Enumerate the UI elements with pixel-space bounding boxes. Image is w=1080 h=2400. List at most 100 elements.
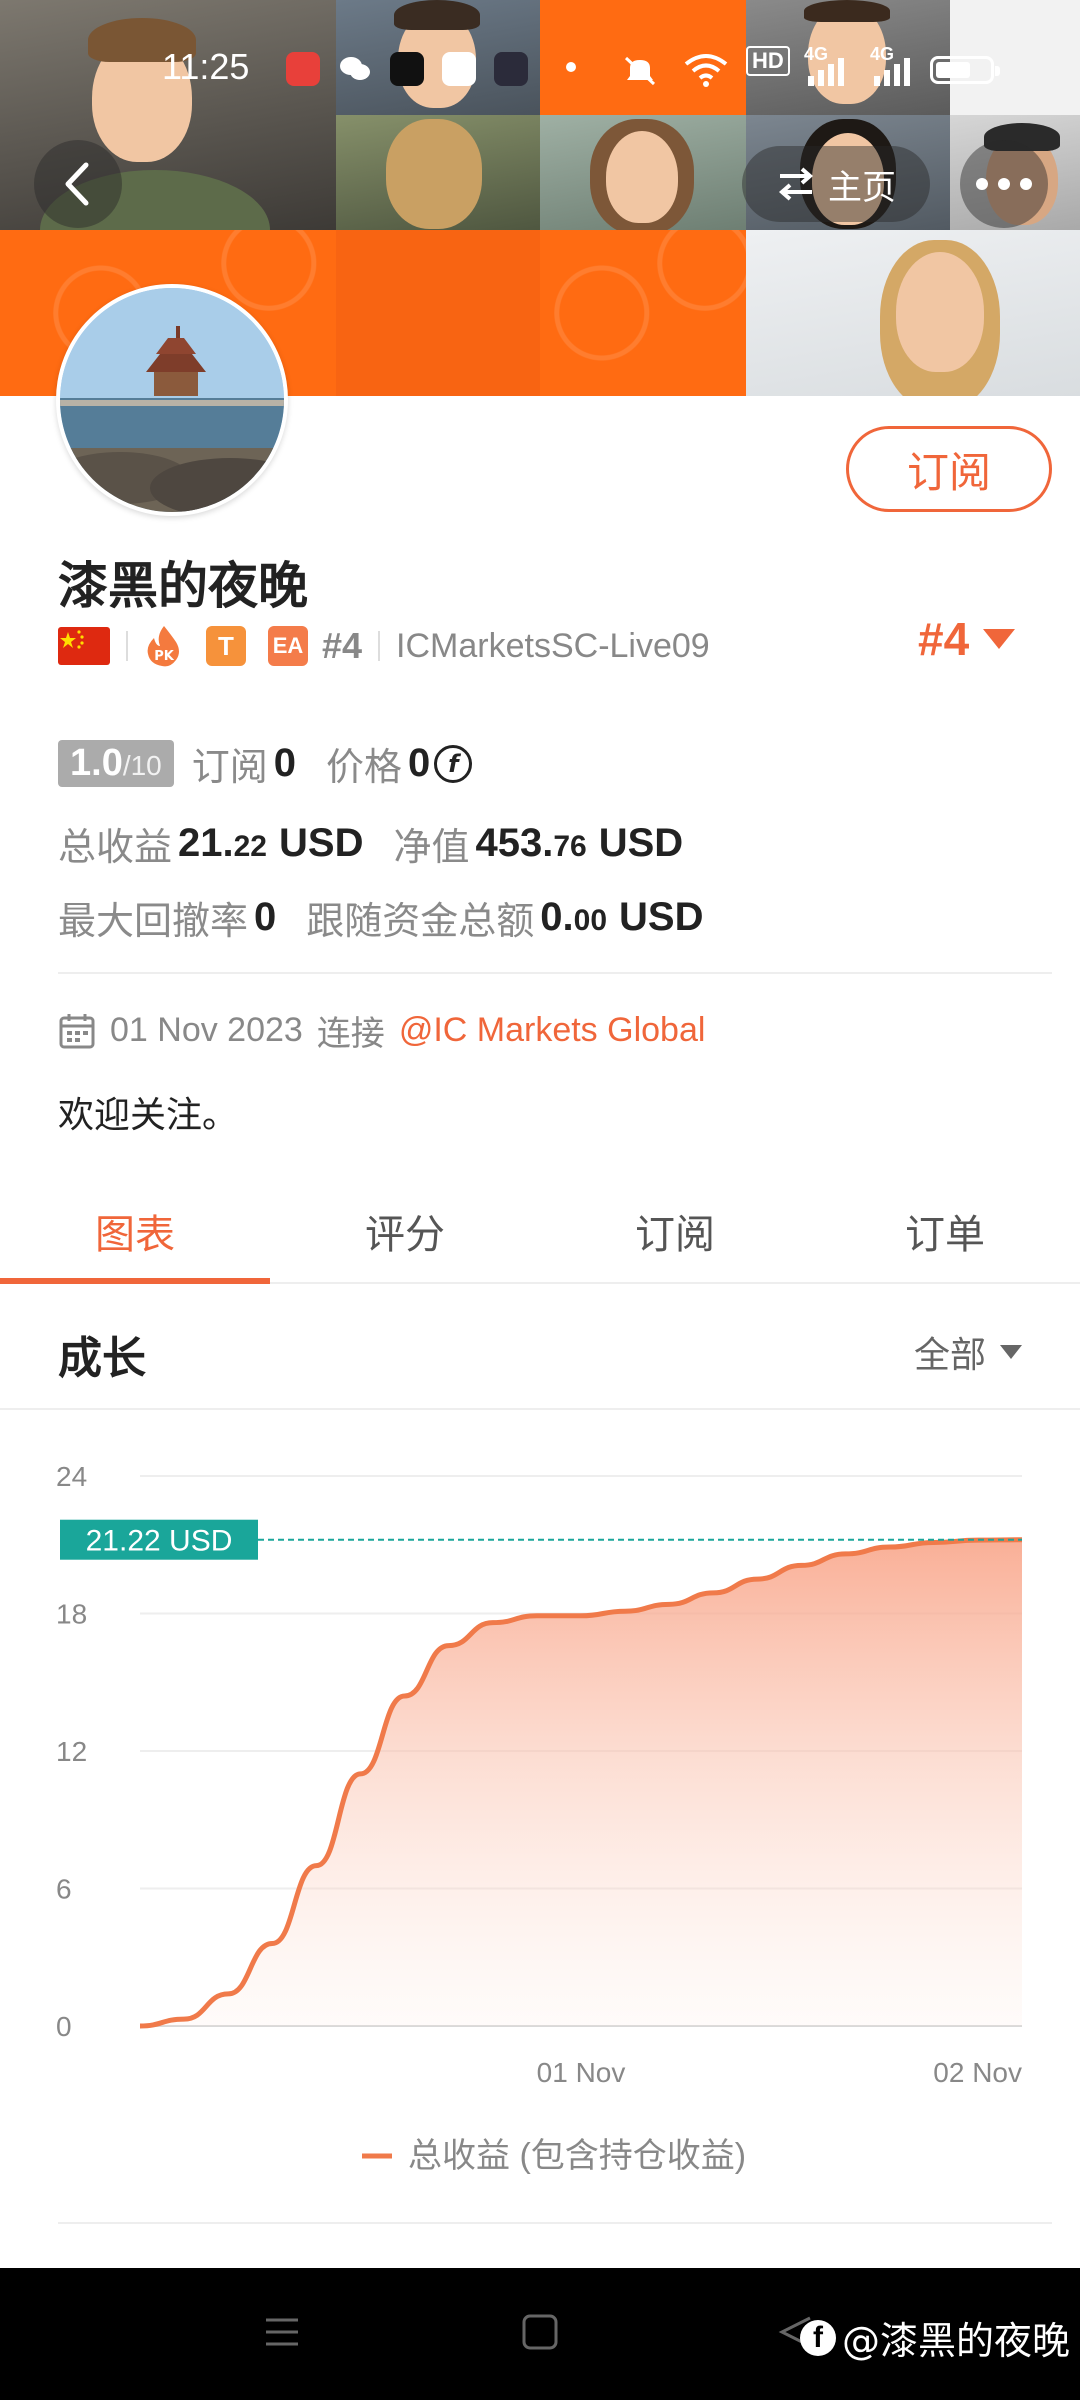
connect-label: 连接: [316, 1015, 385, 1053]
battery-nub: [995, 66, 1000, 76]
svg-text:PK: PK: [154, 649, 175, 664]
y-tick-label: 24: [56, 1461, 87, 1492]
tab-chart[interactable]: 图表: [0, 1180, 270, 1284]
ea-badge[interactable]: EA: [268, 626, 308, 666]
home-square-icon[interactable]: [520, 2312, 560, 2352]
broker-link[interactable]: @IC Markets Global: [399, 1011, 706, 1050]
dot-indicator-icon: [566, 62, 576, 72]
stats-row-3: 最大回撤率 0 跟随资金总额 0.00 USD: [58, 890, 703, 945]
music-app-icon: [286, 52, 320, 86]
badge-row: PK T EA #4 ICMarketsSC-Live09: [58, 622, 710, 670]
hd-indicator: HD: [746, 46, 790, 76]
mail-icon: [494, 52, 528, 86]
y-tick-label: 0: [56, 2011, 72, 2042]
chevron-left-icon: [65, 162, 89, 206]
more-dots-icon: [976, 178, 1032, 190]
legend-label: 总收益 (包含持仓收益): [408, 2137, 746, 2175]
follow-funds-dec: 00: [573, 904, 608, 937]
subscribe-count: 0: [273, 741, 297, 785]
chart-bottom-divider: [58, 2222, 1052, 2224]
total-profit-label: 总收益: [58, 825, 173, 869]
equity-label: 净值: [393, 825, 470, 869]
connect-date: 01 Nov 2023: [110, 1011, 303, 1049]
status-bar: 11:25 HD 4G 4G: [0, 0, 1080, 140]
watermark: f @漆黑的夜晚: [800, 2310, 1070, 2365]
avatar-image: [60, 288, 284, 512]
follow-funds-int: 0.: [540, 895, 574, 939]
current-value-label: 21.22 USD: [86, 1525, 233, 1558]
facebook-icon: f: [800, 2319, 836, 2356]
y-tick-label: 6: [56, 1874, 72, 1905]
range-label: 全部: [913, 1335, 986, 1376]
server-name: ICMarketsSC-Live09: [396, 626, 710, 665]
score-value: 1.0: [70, 742, 123, 784]
battery-icon: [930, 56, 1000, 84]
score-max: /10: [122, 750, 162, 781]
stats-divider: [58, 972, 1052, 974]
pk-flame-icon[interactable]: PK: [144, 624, 184, 668]
score-badge: 1.0/10: [58, 740, 174, 787]
equity-unit: USD: [598, 821, 684, 865]
price-label: 价格: [326, 745, 403, 789]
more-options-button[interactable]: [960, 140, 1048, 228]
tab-rating[interactable]: 评分: [270, 1180, 540, 1282]
rank-big-value: #4: [918, 613, 970, 665]
badge-separator-2: [378, 631, 381, 661]
y-tick-label: 12: [56, 1736, 87, 1767]
watermark-text: @漆黑的夜晚: [842, 2319, 1071, 2363]
coin-icon: f: [434, 744, 473, 783]
wechat-icon: [338, 52, 372, 86]
drawdown-value: 0: [254, 895, 277, 939]
signal-bars-2-icon: [872, 56, 910, 90]
home-button[interactable]: 主页: [742, 146, 930, 222]
total-profit-unit: USD: [279, 821, 364, 865]
total-profit-value: 21.22: [178, 821, 267, 866]
t-badge[interactable]: T: [206, 626, 246, 666]
banner-photo-9: [746, 230, 1080, 396]
avatar[interactable]: [56, 284, 288, 516]
section-title: 成长: [58, 1333, 146, 1384]
rank-small: #4: [322, 625, 363, 666]
price-value: 0: [408, 741, 431, 785]
subscribe-button[interactable]: 订阅: [846, 426, 1052, 512]
caret-down-icon: [983, 629, 1016, 649]
equity-dec: 76: [553, 830, 587, 863]
badge-separator: [126, 631, 128, 661]
mute-icon: [622, 52, 656, 86]
rank-dropdown[interactable]: #4: [918, 612, 1016, 666]
china-flag-icon: [58, 627, 110, 665]
chart-svg: 0 6 12 18 24 21.22 USD 01 Nov 02 Nov 总收益 (包含持…: [56, 1461, 1023, 2175]
growth-chart[interactable]: 0 6 12 18 24 21.22 USD 01 Nov 02 Nov 总收益 (包含持…: [0, 1410, 1080, 2230]
growth-section-header: 成长 全部: [0, 1286, 1080, 1410]
swap-icon: [778, 167, 814, 201]
calendar-icon: [59, 1013, 95, 1048]
equity-value: 453.76: [475, 821, 586, 866]
range-dropdown[interactable]: 全部: [914, 1326, 1022, 1378]
bio-text: 欢迎关注。: [58, 1095, 239, 1136]
total-profit-dec: 22: [233, 830, 267, 863]
x-tick-label: 01 Nov: [537, 2057, 626, 2088]
total-profit-int: 21.: [178, 821, 234, 865]
tab-orders[interactable]: 订单: [810, 1180, 1080, 1282]
x-tick-label: 02 Nov: [933, 2057, 1022, 2088]
status-time: 11:25: [162, 46, 250, 87]
stats-row-1: 1.0/10 订阅 0 价格 0 f: [58, 736, 473, 791]
menu-icon[interactable]: [262, 2312, 302, 2352]
subscribe-count-label: 订阅: [191, 745, 268, 789]
notification-app-icon: [442, 52, 476, 86]
tab-bar: 图表 评分 订阅 订单: [0, 1180, 1080, 1284]
banner-orange-4: [540, 230, 746, 396]
y-tick-label: 18: [56, 1599, 87, 1630]
follow-funds-unit: USD: [619, 895, 704, 939]
connection-row: 01 Nov 2023 连接 @IC Markets Global: [58, 1006, 705, 1055]
caret-down-icon: [1000, 1345, 1022, 1359]
profile-name: 漆黑的夜晚: [58, 557, 308, 615]
banner-orange-3: [336, 230, 540, 396]
wifi-icon: [684, 52, 728, 87]
back-button[interactable]: [34, 140, 122, 228]
follow-funds-label: 跟随资金总额: [306, 899, 535, 943]
tiktok-icon: [390, 52, 424, 86]
tab-subscribe[interactable]: 订阅: [540, 1180, 810, 1282]
battery-fill: [936, 62, 970, 78]
home-label: 主页: [828, 167, 896, 208]
